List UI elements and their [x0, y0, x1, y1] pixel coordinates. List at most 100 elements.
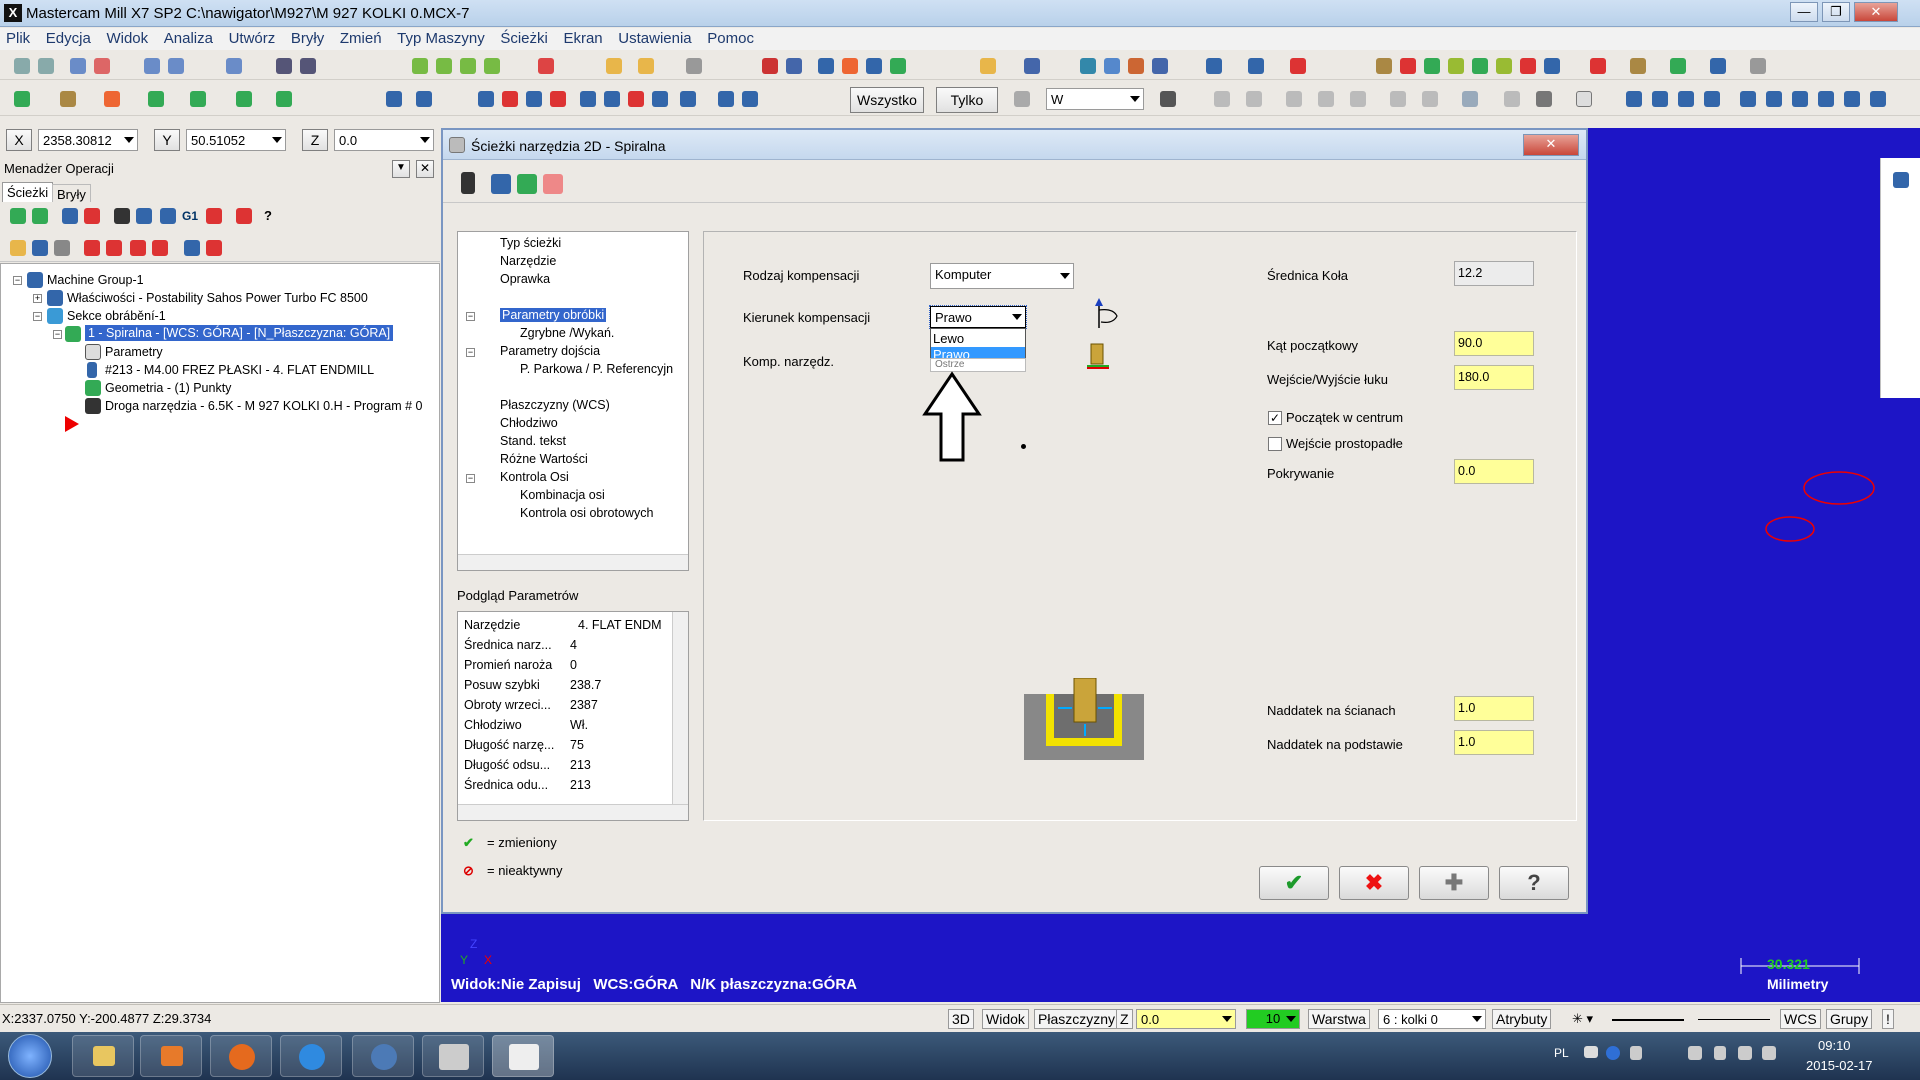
nav-oprawka[interactable]: Oprawka — [500, 272, 550, 286]
verify-ops-icon[interactable] — [136, 208, 152, 224]
cube-view-icon[interactable] — [538, 58, 554, 74]
x-coord-button[interactable]: X — [6, 129, 32, 151]
pencil-icon[interactable] — [606, 58, 622, 74]
color-level-field[interactable]: 10 — [1246, 1009, 1300, 1029]
planes-button[interactable]: Płaszczyzny — [1034, 1009, 1120, 1029]
select-polygon-icon[interactable] — [1246, 91, 1262, 107]
select-window-icon[interactable] — [1214, 91, 1230, 107]
select-only-button[interactable]: Tylko — [936, 87, 998, 113]
mastercam-x7-task[interactable] — [492, 1035, 554, 1077]
groups-button[interactable]: Grupy — [1826, 1009, 1873, 1029]
preview-hscrollbar[interactable] — [458, 804, 688, 820]
explorer-task[interactable] — [72, 1035, 134, 1077]
point-icon[interactable] — [14, 91, 30, 107]
menu-analiza[interactable]: Analiza — [158, 28, 219, 49]
volume-icon[interactable] — [1762, 1046, 1776, 1060]
menu-edycja[interactable]: Edycja — [40, 28, 97, 49]
add-button[interactable]: ✚ — [1419, 866, 1489, 900]
array-icon[interactable] — [580, 91, 596, 107]
nav-stand-tekst[interactable]: Stand. tekst — [500, 434, 566, 448]
menu-sciezki[interactable]: Ścieżki — [494, 28, 554, 49]
compensation-direction-select[interactable]: Prawo — [929, 305, 1027, 329]
menu-bryly[interactable]: Bryły — [285, 28, 330, 49]
tray-expand-icon[interactable] — [1630, 1046, 1642, 1060]
tree-expand-icon[interactable]: + — [33, 294, 42, 303]
menu-typ-maszyny[interactable]: Typ Maszyny — [391, 28, 491, 49]
zoom-in-icon[interactable] — [144, 58, 160, 74]
option-lewo[interactable]: Lewo — [933, 331, 1023, 346]
line-style-icon[interactable] — [1612, 1019, 1684, 1021]
status-misc-button[interactable]: ! — [1882, 1009, 1894, 1029]
offset-icon[interactable] — [526, 91, 542, 107]
line-tool-icon[interactable] — [1448, 58, 1464, 74]
scale-icon[interactable] — [1710, 58, 1726, 74]
zoom-out-icon[interactable] — [168, 58, 184, 74]
wcs-button[interactable]: WCS — [1780, 1009, 1821, 1029]
scroll-insert-icon[interactable] — [152, 240, 168, 256]
tree-tool[interactable]: #213 - M4.00 FREZ PŁASKI - 4. FLAT ENDMI… — [105, 363, 374, 377]
keyboard-icon[interactable] — [1584, 1046, 1598, 1058]
language-indicator[interactable]: PL — [1554, 1046, 1569, 1060]
fillet-tool-icon[interactable] — [190, 91, 206, 107]
rotate-geom-icon[interactable] — [1670, 58, 1686, 74]
levels-icon[interactable] — [718, 91, 734, 107]
battery-icon[interactable] — [1714, 1046, 1726, 1060]
move-up-icon[interactable] — [106, 240, 122, 256]
selection-mode-select[interactable]: W — [1046, 88, 1144, 110]
flag-icon[interactable] — [1688, 1046, 1702, 1060]
select-dirty-ops-icon[interactable] — [32, 208, 48, 224]
level-button[interactable]: Warstwa — [1308, 1009, 1370, 1029]
solid-cone-icon[interactable] — [460, 58, 476, 74]
media-task[interactable] — [140, 1035, 202, 1077]
stretch-icon[interactable] — [604, 91, 620, 107]
tree-collapse-icon[interactable]: − — [33, 312, 42, 321]
regen-dirty-icon[interactable] — [84, 208, 100, 224]
grid-icon[interactable] — [478, 91, 494, 107]
highfeed-icon[interactable] — [206, 208, 222, 224]
brush-icon[interactable] — [686, 58, 702, 74]
start-button[interactable] — [8, 1034, 52, 1078]
line-icon[interactable] — [60, 91, 76, 107]
help-button[interactable]: ? — [1499, 866, 1569, 900]
render-icon[interactable] — [1128, 58, 1144, 74]
perpendicular-entry-checkbox[interactable] — [1268, 437, 1282, 451]
outlook-task[interactable] — [352, 1035, 414, 1077]
z-coord-field[interactable]: 0.0 — [334, 129, 434, 151]
tree-toolpath[interactable]: Droga narzędzia - 6.5K - M 927 KOLKI 0.H… — [105, 399, 423, 413]
nav-parametry-obrobki[interactable]: Parametry obróbki — [500, 308, 607, 322]
select-part-icon[interactable] — [1350, 91, 1366, 107]
trim-icon[interactable] — [1376, 58, 1392, 74]
plane-side-icon[interactable] — [1792, 91, 1808, 107]
overlap-field[interactable]: 0.0 — [1454, 459, 1534, 484]
menu-plik[interactable]: Plik — [0, 28, 36, 49]
point-style-icon[interactable]: ✳ ▾ — [1572, 1011, 1593, 1027]
tree-section[interactable]: Sekce obrábění-1 — [67, 309, 166, 323]
z-depth-field[interactable]: 0.0 — [1136, 1009, 1236, 1029]
clock-time[interactable]: 09:10 — [1818, 1038, 1851, 1053]
simulate-icon[interactable] — [842, 58, 858, 74]
clock-date[interactable]: 2015-02-17 — [1806, 1058, 1873, 1073]
3d-button[interactable]: 3D — [948, 1009, 974, 1029]
misc-icon[interactable] — [1750, 58, 1766, 74]
view-iso-icon[interactable] — [1704, 91, 1720, 107]
attributes-button[interactable]: Atrybuty — [1492, 1009, 1552, 1029]
wireframe-icon[interactable] — [1104, 58, 1120, 74]
nav-parametry-dojscia[interactable]: Parametry dojścia — [500, 344, 600, 358]
tree-machine-group[interactable]: Machine Group-1 — [47, 273, 144, 287]
no-entry-icon[interactable] — [1504, 91, 1520, 107]
insert-arrow-icon[interactable] — [130, 240, 146, 256]
ie-task[interactable] — [280, 1035, 342, 1077]
xform-icon[interactable] — [386, 91, 402, 107]
view-side-icon[interactable] — [1678, 91, 1694, 107]
nav-kontrola-osi-obrotowych[interactable]: Kontrola osi obrotowych — [520, 506, 653, 520]
nav-zgrubne[interactable]: Zgrybne /Wykań. — [520, 326, 614, 340]
regen-selected-icon[interactable] — [62, 208, 78, 224]
y-coord-field[interactable]: 50.51052 — [186, 129, 286, 151]
transform-icon[interactable] — [1590, 58, 1606, 74]
entry-exit-arc-field[interactable]: 180.0 — [1454, 365, 1534, 390]
globe-icon[interactable] — [1206, 58, 1222, 74]
view-front-icon[interactable] — [1652, 91, 1668, 107]
chamfer-icon[interactable] — [236, 91, 252, 107]
anchor-icon[interactable] — [416, 91, 432, 107]
nav-chlodziwo[interactable]: Chłodziwo — [500, 416, 558, 430]
